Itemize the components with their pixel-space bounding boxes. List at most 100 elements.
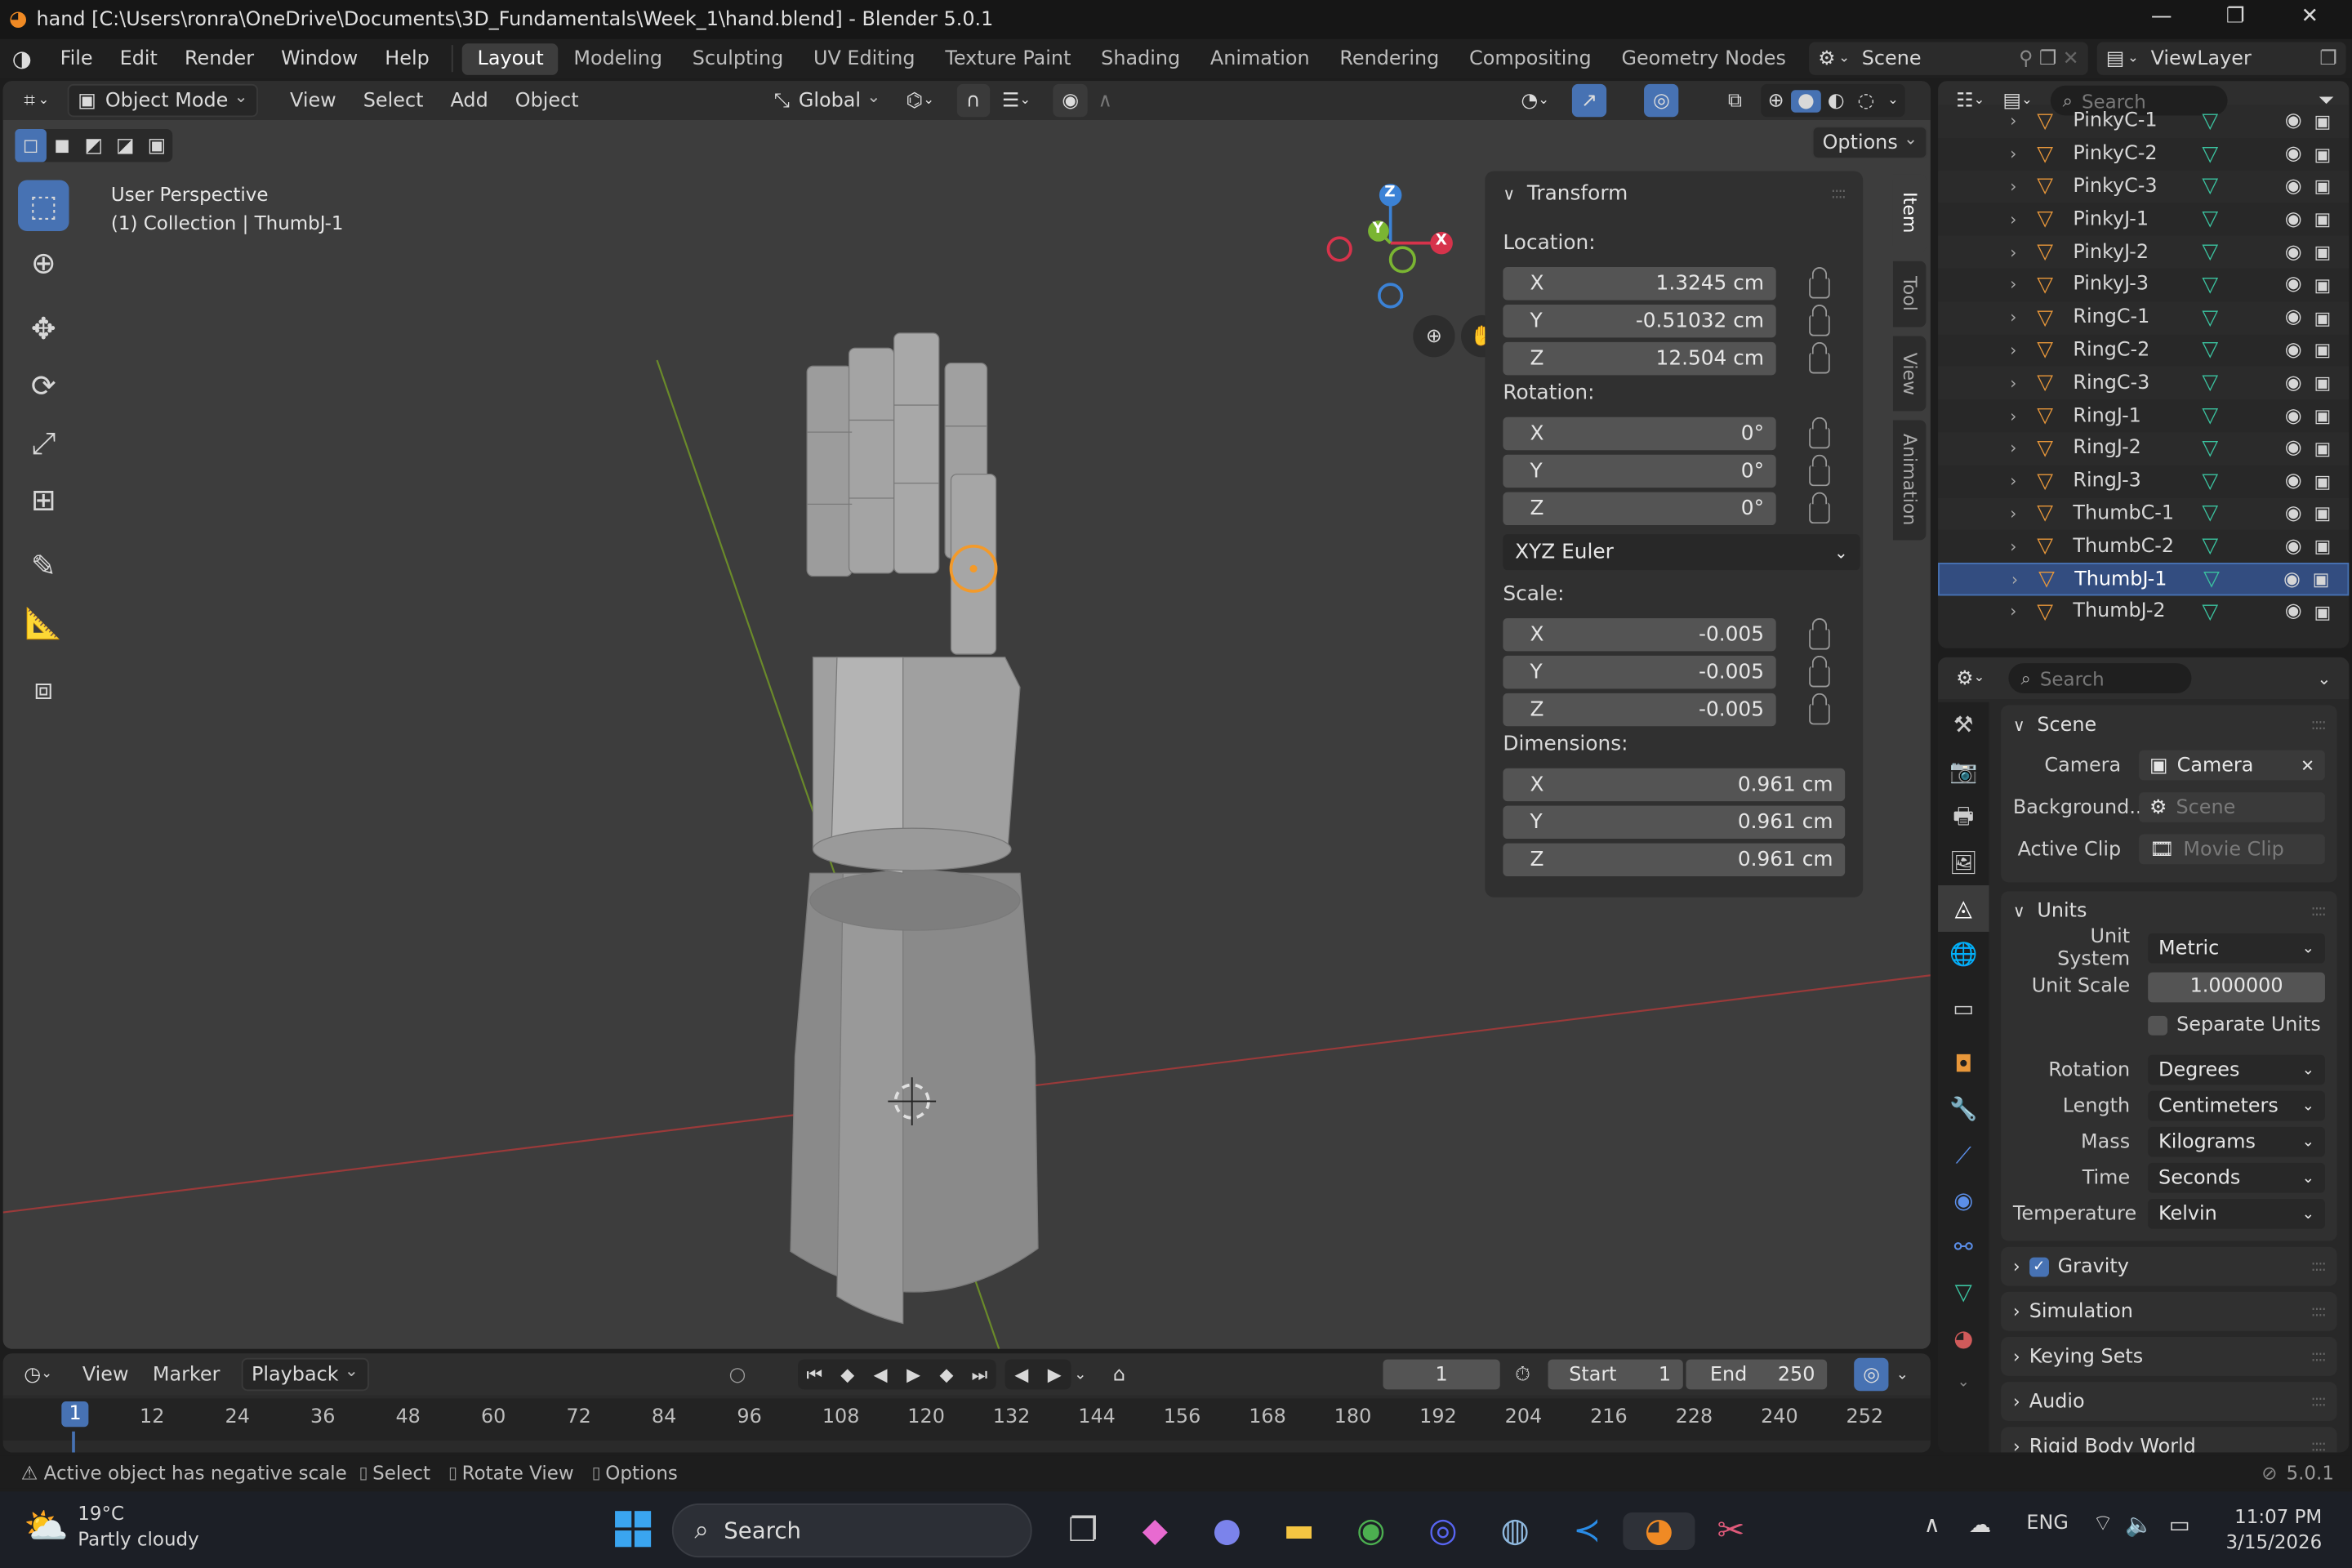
expand-arrow-icon[interactable]: › bbox=[2010, 112, 2037, 131]
rotation-y-field[interactable]: Y 0° bbox=[1503, 453, 1776, 488]
expand-arrow-icon[interactable]: › bbox=[2010, 308, 2037, 327]
weather-widget[interactable]: ⛅ 19°C Partly cloudy bbox=[24, 1500, 198, 1551]
copilot-icon[interactable]: ◆ bbox=[1119, 1512, 1191, 1549]
world-tab-icon[interactable]: 🌐 bbox=[1938, 931, 1989, 977]
zoom-icon[interactable]: ⊕ bbox=[1413, 314, 1455, 358]
menu-edit[interactable]: Edit bbox=[106, 47, 171, 70]
eye-icon[interactable]: ◉ bbox=[2285, 535, 2302, 558]
sidebar-tab-view[interactable]: View bbox=[1892, 336, 1927, 412]
expand-arrow-icon[interactable]: › bbox=[2010, 504, 2037, 523]
chrome-icon[interactable]: ◉ bbox=[1335, 1512, 1407, 1549]
dimensions-x-field[interactable]: X 0.961 cm bbox=[1503, 767, 1846, 801]
timeline-overlay-button[interactable]: ◎ bbox=[1854, 1357, 1890, 1392]
camera-render-icon[interactable]: ▣ bbox=[2314, 438, 2331, 459]
workspace-tab-rendering[interactable]: Rendering bbox=[1325, 42, 1454, 74]
scene-tab-icon[interactable]: ◬ bbox=[1938, 885, 1989, 932]
task-view-icon[interactable]: ❐ bbox=[1047, 1512, 1119, 1549]
mesh-data-icon[interactable]: ▽ bbox=[2202, 436, 2218, 460]
mesh-data-icon[interactable]: ▽ bbox=[2202, 600, 2218, 624]
camera-render-icon[interactable]: ▣ bbox=[2314, 209, 2331, 230]
modifier-tab-icon[interactable]: 🔧 bbox=[1938, 1086, 1989, 1132]
outliner-row[interactable]: › ▽ RingJ-2 ▽ ◉ ▣ bbox=[1938, 432, 2350, 466]
workspace-tab-animation[interactable]: Animation bbox=[1196, 42, 1325, 74]
navigation-gizmo[interactable]: Z X Y bbox=[1323, 180, 1458, 314]
unit-dropdown[interactable]: Seconds ⌄ bbox=[2148, 1162, 2325, 1193]
render-tab-icon[interactable]: 📷 bbox=[1938, 748, 1989, 794]
start-button[interactable] bbox=[615, 1511, 652, 1548]
scale-z-field[interactable]: Z -0.005 bbox=[1503, 692, 1776, 726]
outliner-row[interactable]: › ▽ RingC-2 ▽ ◉ ▣ bbox=[1938, 334, 2349, 367]
separate-units-checkbox[interactable] bbox=[2148, 1014, 2168, 1035]
material-tab-icon[interactable]: ◕ bbox=[1938, 1315, 1989, 1361]
maximize-button[interactable]: ❐ bbox=[2226, 5, 2245, 29]
lock-icon[interactable] bbox=[1809, 266, 1830, 299]
sidebar-tab-item[interactable]: Item bbox=[1892, 174, 1927, 252]
eye-icon[interactable]: ◉ bbox=[2285, 601, 2302, 624]
play-icon[interactable]: ▶ bbox=[897, 1364, 929, 1385]
camera-render-icon[interactable]: ▣ bbox=[2314, 176, 2331, 198]
outliner-row[interactable]: › ▽ RingJ-3 ▽ ◉ ▣ bbox=[1938, 465, 2349, 497]
lock-icon[interactable] bbox=[1809, 416, 1830, 449]
drag-grip-icon[interactable]: :::: bbox=[1831, 185, 1846, 202]
properties-editor-type[interactable]: ⚙ ⌄ bbox=[1947, 662, 1993, 694]
step-forward-icon[interactable]: ▶ bbox=[1038, 1364, 1071, 1385]
sidebar-tab-tool[interactable]: Tool bbox=[1892, 261, 1927, 327]
current-frame-field[interactable]: 1 bbox=[1383, 1359, 1500, 1390]
camera-render-icon[interactable]: ▣ bbox=[2314, 242, 2331, 263]
chevron-down-icon[interactable]: ⌄ bbox=[1896, 1366, 1909, 1383]
location-z-field[interactable]: Z 12.504 cm bbox=[1503, 341, 1776, 375]
timeline-editor-type[interactable]: ◷ ⌄ bbox=[15, 1358, 61, 1391]
mesh-data-icon[interactable]: ▽ bbox=[2202, 207, 2218, 231]
camera-render-icon[interactable]: ▣ bbox=[2314, 340, 2331, 361]
dimensions-y-field[interactable]: Y 0.961 cm bbox=[1503, 804, 1846, 839]
timeline-menu-marker[interactable]: Marker bbox=[140, 1363, 232, 1386]
mesh-data-icon[interactable]: ▽ bbox=[2202, 175, 2218, 198]
eye-icon[interactable]: ◉ bbox=[2285, 274, 2302, 296]
lock-icon[interactable] bbox=[1809, 341, 1830, 374]
menu-file[interactable]: File bbox=[47, 47, 106, 70]
auto-keying-icon[interactable]: ⌂ bbox=[1113, 1363, 1125, 1386]
outliner-row[interactable]: › ▽ ThumbC-1 ▽ ◉ ▣ bbox=[1938, 497, 2350, 531]
file-explorer-icon[interactable]: ▬ bbox=[1263, 1512, 1335, 1549]
outliner-row[interactable]: › ▽ ThumbJ-2 ▽ ◉ ▣ bbox=[1938, 595, 2349, 628]
drag-grip-icon[interactable]: :::: bbox=[2311, 1258, 2327, 1275]
menu-render[interactable]: Render bbox=[171, 47, 267, 70]
drag-grip-icon[interactable]: :::: bbox=[2311, 1438, 2327, 1452]
unit-dropdown[interactable]: Degrees ⌄ bbox=[2148, 1054, 2325, 1085]
physics-tab-icon[interactable]: ◉ bbox=[1938, 1178, 1989, 1223]
outliner-row[interactable]: › ▽ ThumbJ-1 ▽ ◉ ▣ bbox=[1938, 563, 2350, 596]
camera-render-icon[interactable]: ▣ bbox=[2314, 111, 2331, 132]
workspace-tab-geometry-nodes[interactable]: Geometry Nodes bbox=[1606, 42, 1801, 74]
lock-icon[interactable] bbox=[1809, 453, 1830, 487]
eye-icon[interactable]: ◉ bbox=[2285, 208, 2302, 231]
lock-icon[interactable] bbox=[1809, 654, 1830, 688]
scale-y-field[interactable]: Y -0.005 bbox=[1503, 654, 1776, 688]
unit-dropdown[interactable]: Metric ⌄ bbox=[2148, 933, 2325, 964]
outliner-row[interactable]: › ▽ PinkyC-3 ▽ ◉ ▣ bbox=[1938, 170, 2350, 203]
eye-icon[interactable]: ◉ bbox=[2285, 404, 2302, 427]
frame-ruler[interactable]: 1 12 24 36 48 60 72 84 96 108 120 132 144 156 168 180 19… bbox=[2, 1398, 1931, 1441]
lock-icon[interactable] bbox=[1809, 617, 1830, 650]
viewport-3d[interactable]: ⌗⌄ ▣ Object Mode ViewSelectAddObject ⤡ G… bbox=[2, 81, 1931, 1349]
panel-audio[interactable]: › Audio:::: bbox=[2001, 1382, 2337, 1421]
transform-header[interactable]: ∨ Transform :::: bbox=[1503, 171, 1846, 216]
steam-icon[interactable]: ◍ bbox=[1479, 1512, 1551, 1549]
camera-render-icon[interactable]: ▣ bbox=[2313, 568, 2330, 590]
timeline-menu-view[interactable]: View bbox=[70, 1363, 140, 1386]
new-viewlayer-icon[interactable]: ❐ bbox=[2319, 47, 2336, 70]
particles-tab-icon[interactable]: ⟋ bbox=[1938, 1132, 1989, 1178]
next-keyframe-icon[interactable]: ◆ bbox=[930, 1364, 963, 1385]
drag-grip-icon[interactable]: :::: bbox=[2311, 716, 2327, 733]
eye-icon[interactable]: ◉ bbox=[2285, 176, 2302, 198]
camera-render-icon[interactable]: ▣ bbox=[2314, 307, 2331, 328]
mesh-data-icon[interactable]: ▽ bbox=[2202, 535, 2218, 559]
mesh-data-icon[interactable]: ▽ bbox=[2202, 403, 2218, 427]
camera-render-icon[interactable]: ▣ bbox=[2314, 144, 2331, 165]
eye-icon[interactable]: ◉ bbox=[2285, 306, 2302, 329]
expand-arrow-icon[interactable]: › bbox=[2010, 602, 2037, 621]
viewlayer-selector[interactable]: ▤ ⌄ ViewLayer ❐ bbox=[2096, 42, 2346, 75]
outliner-row[interactable]: › ▽ PinkyC-2 ▽ ◉ ▣ bbox=[1938, 138, 2349, 171]
panel-gravity[interactable]: › ✓ Gravity:::: bbox=[2001, 1246, 2337, 1286]
keyframe-icon[interactable]: ○ bbox=[729, 1363, 746, 1386]
discord-icon[interactable]: ◎ bbox=[1407, 1512, 1479, 1549]
